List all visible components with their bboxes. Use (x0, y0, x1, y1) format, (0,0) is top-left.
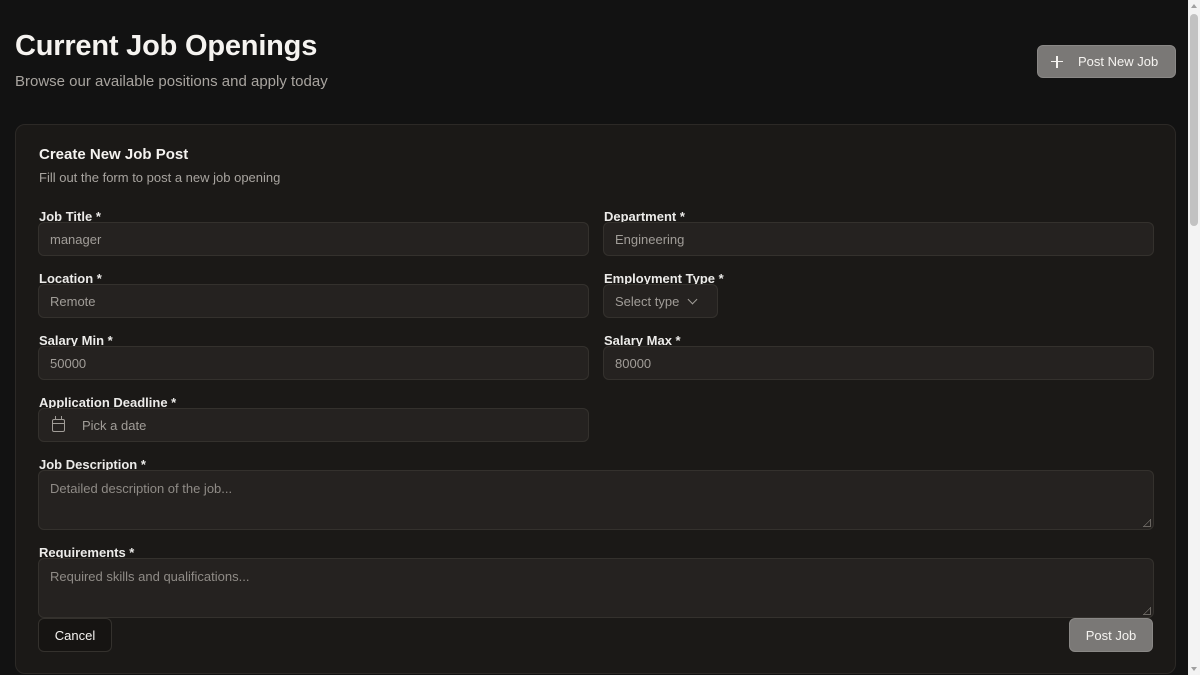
employment-type-select[interactable]: Select type (603, 284, 718, 318)
requirements-placeholder: Required skills and qualifications... (50, 569, 250, 584)
create-job-form-card: Create New Job Post Fill out the form to… (15, 124, 1176, 674)
deadline-placeholder: Pick a date (82, 417, 147, 433)
form-title: Create New Job Post (39, 146, 189, 163)
salary-min-value: 50000 (50, 355, 87, 371)
job-description-textarea[interactable]: Detailed description of the job... (38, 470, 1154, 530)
calendar-icon (52, 415, 65, 432)
location-value: Remote (50, 293, 96, 309)
department-input[interactable]: Engineering (603, 222, 1154, 256)
deadline-date-picker[interactable]: Pick a date (38, 408, 589, 442)
post-new-job-button[interactable]: Post New Job (1037, 45, 1176, 78)
department-value: Engineering (615, 231, 685, 247)
job-openings-page: Current Job Openings Browse our availabl… (0, 0, 1200, 675)
scroll-thumb[interactable] (1190, 14, 1198, 226)
page-subtitle: Browse our available positions and apply… (15, 73, 328, 90)
resize-handle[interactable] (1143, 519, 1151, 527)
salary-min-input[interactable]: 50000 (38, 346, 589, 380)
employment-type-placeholder: Select type (615, 293, 680, 309)
post-job-button[interactable]: Post Job (1069, 618, 1153, 652)
page-title: Current Job Openings (15, 30, 318, 62)
plus-icon (1050, 55, 1064, 69)
location-input[interactable]: Remote (38, 284, 589, 318)
chevron-down-icon (687, 294, 698, 304)
requirements-textarea[interactable]: Required skills and qualifications... (38, 558, 1154, 618)
scroll-down-arrow-icon[interactable] (1191, 667, 1197, 671)
vertical-scrollbar[interactable] (1188, 0, 1200, 675)
salary-max-input[interactable]: 80000 (603, 346, 1154, 380)
post-new-job-label: Post New Job (1078, 54, 1159, 69)
scroll-up-arrow-icon[interactable] (1191, 4, 1197, 8)
form-description: Fill out the form to post a new job open… (39, 170, 281, 185)
job-title-value: manager (50, 231, 102, 247)
job-title-input[interactable]: manager (38, 222, 589, 256)
resize-handle[interactable] (1143, 607, 1151, 615)
cancel-button[interactable]: Cancel (38, 618, 112, 652)
job-description-placeholder: Detailed description of the job... (50, 481, 233, 496)
salary-max-value: 80000 (615, 355, 652, 371)
